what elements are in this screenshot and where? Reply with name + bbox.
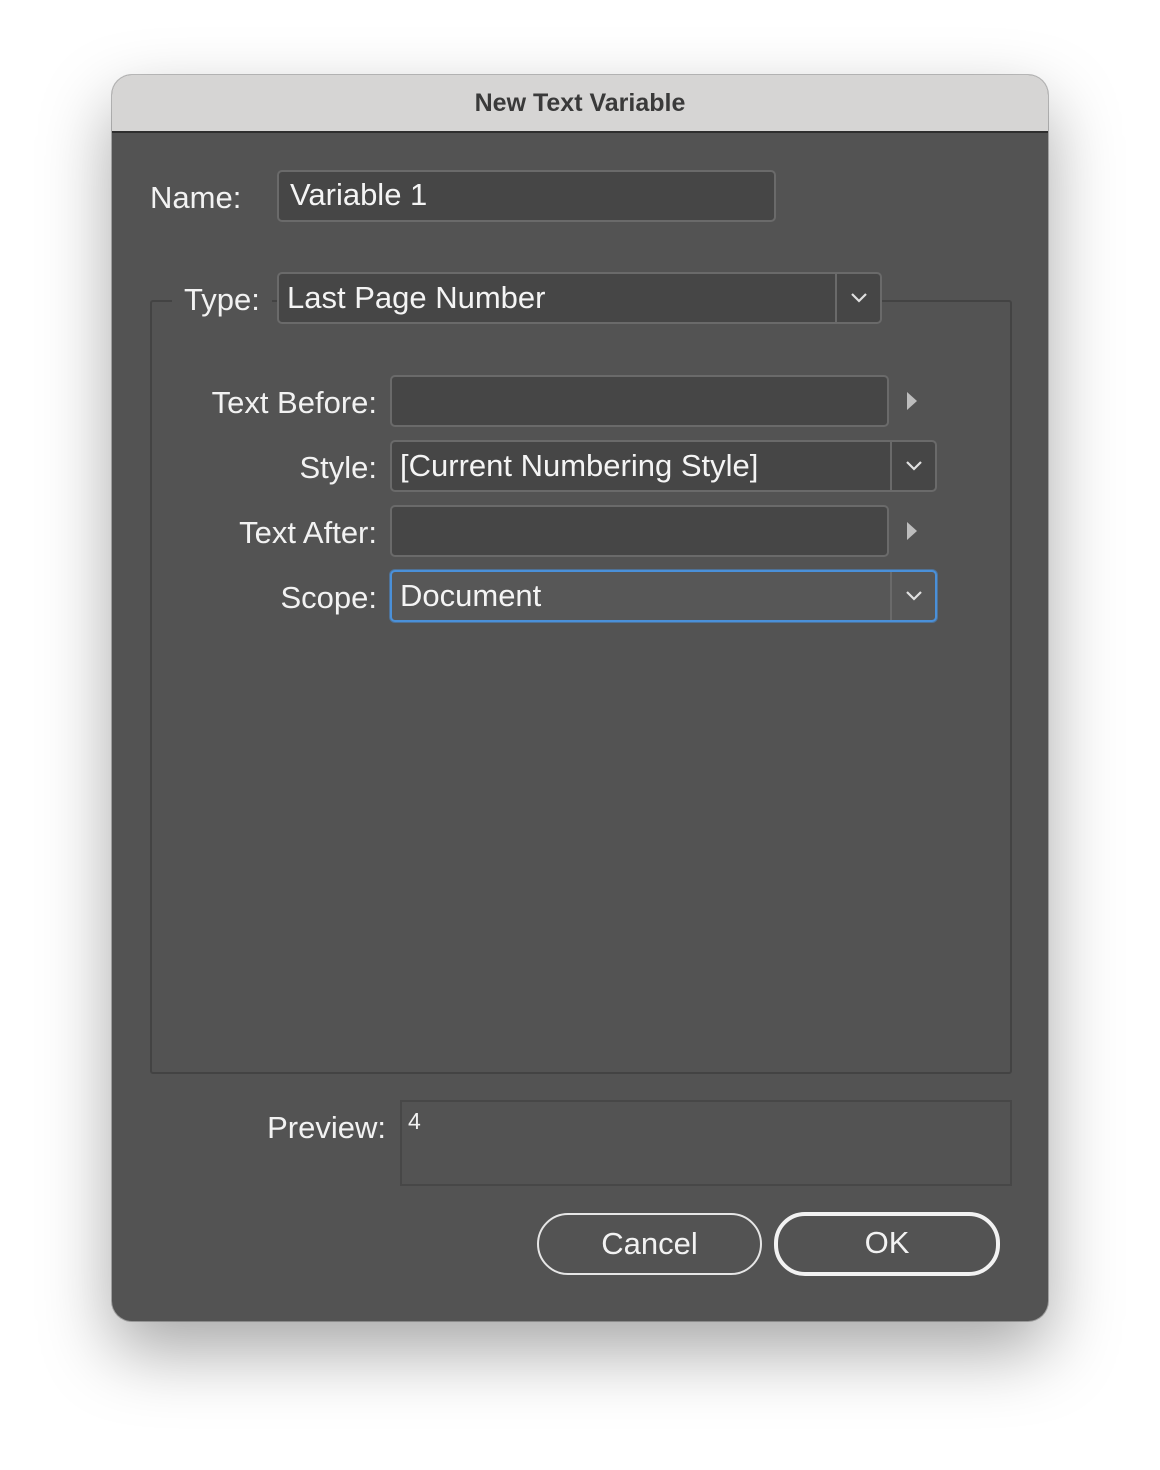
text-after-input[interactable] — [390, 505, 889, 557]
scope-value: Document — [400, 578, 542, 613]
name-label: Name: — [150, 180, 242, 215]
text-after-insert-triangle-icon[interactable] — [907, 522, 917, 540]
scope-label: Scope: — [280, 580, 377, 615]
chevron-down-icon — [851, 293, 867, 303]
type-dropdown-button[interactable] — [835, 274, 880, 322]
style-label: Style: — [299, 450, 377, 485]
style-dropdown[interactable]: [Current Numbering Style] — [390, 440, 937, 492]
text-before-input[interactable] — [390, 375, 889, 427]
type-value: Last Page Number — [287, 280, 546, 315]
cancel-button[interactable]: Cancel — [537, 1213, 762, 1275]
style-value: [Current Numbering Style] — [400, 448, 759, 483]
preview-label: Preview: — [267, 1110, 386, 1145]
scope-dropdown-button[interactable] — [890, 572, 935, 620]
name-input[interactable]: Variable 1 — [277, 170, 776, 222]
text-before-label: Text Before: — [211, 385, 377, 420]
preview-value: 4 — [408, 1108, 421, 1134]
dialog-title: New Text Variable — [112, 75, 1048, 133]
chevron-down-icon — [906, 591, 922, 601]
new-text-variable-dialog: New Text Variable Name: Variable 1 Type:… — [112, 75, 1048, 1321]
ok-button[interactable]: OK — [774, 1212, 1000, 1276]
text-before-insert-triangle-icon[interactable] — [907, 392, 917, 410]
type-label: Type: — [172, 284, 272, 315]
style-dropdown-button[interactable] — [890, 442, 935, 490]
text-after-label: Text After: — [239, 515, 377, 550]
type-dropdown[interactable]: Last Page Number — [277, 272, 882, 324]
chevron-down-icon — [906, 461, 922, 471]
preview-box: 4 — [400, 1100, 1012, 1186]
scope-dropdown[interactable]: Document — [390, 570, 937, 622]
